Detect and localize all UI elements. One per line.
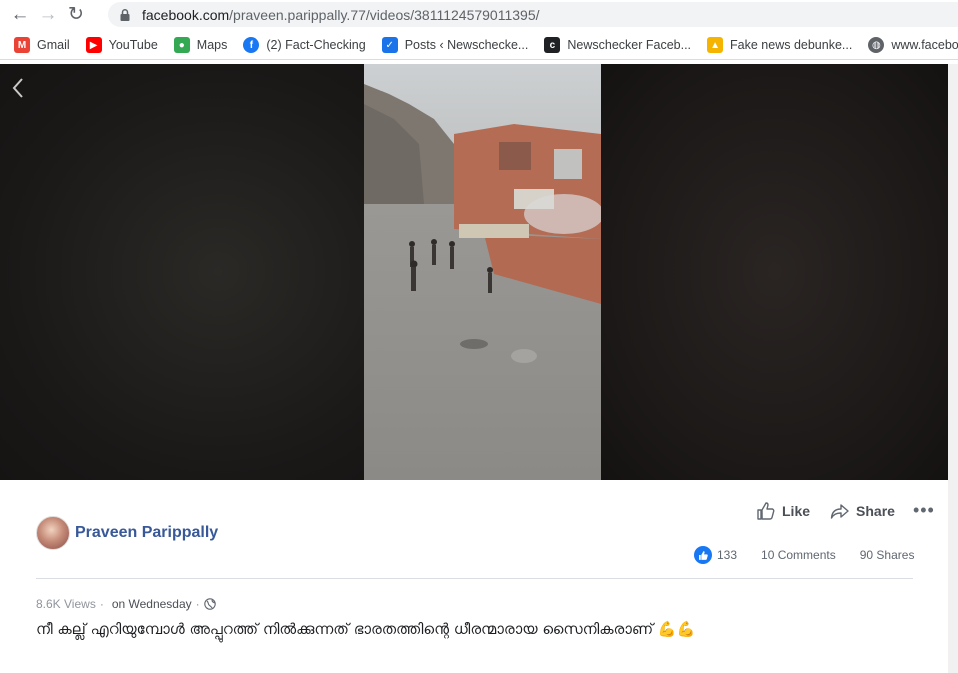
- more-options-icon[interactable]: •••: [913, 500, 935, 521]
- share-button[interactable]: Share: [830, 501, 895, 521]
- shares-count[interactable]: 90 Shares: [860, 548, 915, 562]
- view-count: 8.6K Views: [36, 597, 96, 611]
- bookmark-label: Maps: [196, 38, 228, 52]
- post-actions: Like Share •••: [756, 500, 935, 521]
- bookmarks-bar: M Gmail ▶ YouTube ● Maps f (2) Fact-Checking ✓ Po…: [0, 31, 958, 60]
- meta-separator: ·: [99, 597, 104, 611]
- nc-icon: c: [544, 37, 561, 53]
- bookmark-item[interactable]: ◍ www.facebook.com: [868, 37, 958, 53]
- post-timestamp[interactable]: on Wednesday: [112, 597, 192, 611]
- post-stats: 133 10 Comments 90 Shares: [694, 546, 914, 564]
- gmail-icon: M: [14, 37, 30, 53]
- post-details: Like Share ••• Praveen Parippally 133 10…: [0, 480, 948, 673]
- browser-toolbar: ← → ↻ facebook.com/praveen.parippally.77…: [0, 0, 958, 29]
- video-letterbox-right: [601, 64, 948, 480]
- like-button[interactable]: Like: [756, 501, 810, 521]
- bookmark-item[interactable]: ▲ Fake news debunke...: [707, 37, 852, 53]
- bookmark-label: www.facebook.com: [891, 38, 958, 52]
- like-label: Like: [782, 502, 811, 519]
- bookmark-label: Fake news debunke...: [730, 38, 853, 52]
- youtube-icon: ▶: [85, 37, 102, 53]
- globe-icon: ◍: [868, 37, 885, 53]
- facebook-icon: f: [243, 37, 260, 53]
- bookmark-item[interactable]: f (2) Fact-Checking: [243, 37, 366, 53]
- share-arrow-icon: [830, 503, 849, 519]
- bookmark-item[interactable]: M Gmail: [14, 37, 70, 53]
- drive-icon: ▲: [707, 37, 724, 53]
- post-meta: 8.6K Views · on Wednesday ·: [36, 597, 216, 611]
- bookmark-label: (2) Fact-Checking: [266, 38, 366, 52]
- lock-icon: [120, 8, 130, 21]
- video-letterbox-left: [0, 64, 364, 480]
- share-label: Share: [856, 502, 895, 519]
- like-reaction-icon: [694, 546, 712, 564]
- video-player[interactable]: [0, 64, 948, 480]
- bookmark-label: Gmail: [37, 38, 70, 52]
- back-button[interactable]: ←: [6, 2, 34, 28]
- page-scrollbar[interactable]: [948, 64, 958, 673]
- comments-count[interactable]: 10 Comments: [761, 548, 836, 562]
- avatar[interactable]: [36, 516, 70, 550]
- thumbs-up-icon: [757, 501, 775, 520]
- bookmark-item[interactable]: c Newschecker Faceb...: [544, 37, 691, 53]
- post-author: Praveen Parippally: [36, 516, 218, 550]
- meta-separator-2: ·: [195, 597, 200, 611]
- bookmark-label: YouTube: [108, 38, 158, 52]
- author-name-link[interactable]: Praveen Parippally: [75, 524, 218, 542]
- address-bar[interactable]: facebook.com/praveen.parippally.77/video…: [108, 2, 958, 27]
- bookmark-label: Newschecker Faceb...: [567, 38, 692, 52]
- globe-icon: [203, 598, 216, 610]
- bookmark-label: Posts ‹ Newschecke...: [404, 38, 529, 52]
- reload-button[interactable]: ↻: [62, 2, 90, 28]
- bookmark-item[interactable]: ● Maps: [173, 37, 228, 53]
- divider: [36, 578, 913, 579]
- bookmark-item[interactable]: ✓ Posts ‹ Newschecke...: [381, 37, 529, 53]
- bookmark-item[interactable]: ▶ YouTube: [85, 37, 158, 53]
- maps-icon: ●: [173, 37, 190, 53]
- post-caption: നീ കല്ല് എറിയുമ്പോൾ അപ്പുറത്ത് നിൽക്കുന്…: [36, 620, 696, 638]
- video-frame[interactable]: [364, 64, 604, 480]
- chevron-left-icon[interactable]: [9, 76, 27, 100]
- video-scene-image: [364, 64, 604, 480]
- url-text: facebook.com/praveen.parippally.77/video…: [142, 6, 540, 23]
- forward-button[interactable]: →: [34, 2, 62, 28]
- newschecker-icon: ✓: [381, 37, 398, 53]
- reaction-count[interactable]: 133: [717, 548, 737, 562]
